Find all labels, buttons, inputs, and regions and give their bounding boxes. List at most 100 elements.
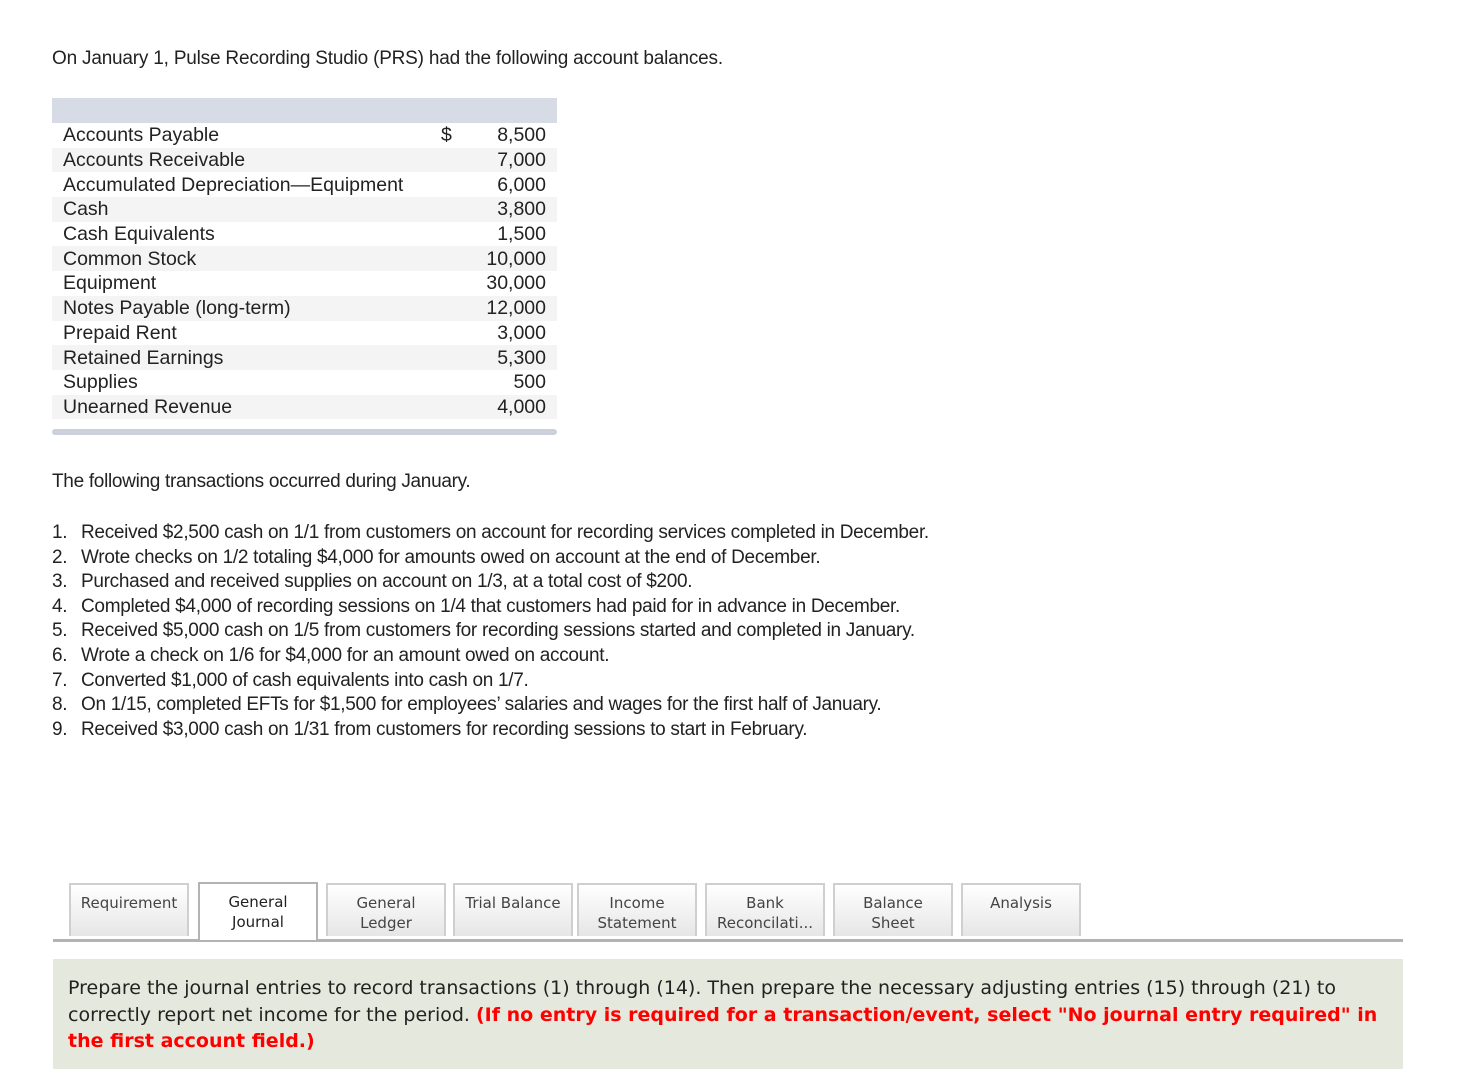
- transaction-text: Received $2,500 cash on 1/1 from custome…: [81, 522, 929, 543]
- tab-label-line1: Requirement: [80, 894, 178, 912]
- tab-label-line1: Trial Balance: [465, 894, 561, 912]
- transaction-text: Converted $1,000 of cash equivalents int…: [81, 669, 529, 691]
- currency-symbol: [441, 147, 471, 173]
- account-name: Accounts Receivable: [52, 147, 441, 173]
- balance-row: Cash Equivalents 1,500: [52, 221, 557, 247]
- account-name: Common Stock: [52, 246, 441, 272]
- currency-symbol: [441, 221, 471, 247]
- transactions-intro: The following transactions occurred duri…: [52, 471, 471, 492]
- currency-symbol: [441, 295, 471, 321]
- transaction-number: 4.: [52, 595, 68, 617]
- account-amount: 4,000: [471, 394, 557, 420]
- transaction-number: 3.: [52, 571, 68, 593]
- account-balances-table: Accounts Payable $8,500 Accounts Receivabl…: [52, 98, 557, 436]
- transaction-text: Wrote a check on 1/6 for $4,000 for an a…: [81, 644, 610, 666]
- tab-label-line1: General: [228, 893, 288, 911]
- tab-general-journal[interactable]: General Journal: [198, 882, 318, 940]
- account-name: Prepaid Rent: [52, 320, 441, 346]
- currency-symbol: [441, 271, 471, 296]
- transaction-number: 7.: [52, 669, 68, 691]
- account-name: Supplies: [52, 369, 441, 395]
- tab-label-line2: Reconcilati...: [716, 914, 814, 932]
- tab-label-line2: Ledger: [360, 914, 412, 932]
- transaction-text: Received $3,000 cash on 1/31 from custom…: [81, 718, 808, 740]
- balance-row: Accounts Payable $8,500: [52, 123, 557, 148]
- transaction-item: 6. Wrote a check on 1/6 for $4,000 for an…: [52, 644, 952, 669]
- balance-row: Prepaid Rent 3,000: [52, 320, 557, 346]
- transaction-number: 5.: [52, 620, 68, 642]
- tab-general-ledger[interactable]: General Ledger: [326, 883, 446, 936]
- account-name: Accounts Payable: [52, 123, 441, 148]
- tab-label-line1: General: [356, 894, 416, 912]
- tab-label-line2: Statement: [597, 914, 677, 932]
- account-name: Unearned Revenue: [52, 394, 441, 420]
- currency-symbol: [441, 345, 471, 370]
- account-name: Cash Equivalents: [52, 221, 441, 247]
- transaction-item: 2. Wrote checks on 1/2 totaling $4,000 fo…: [52, 546, 952, 571]
- balance-row: Accounts Receivable 7,000: [52, 147, 557, 173]
- tab-analysis[interactable]: Analysis: [961, 883, 1081, 936]
- tab-label-line1: Analysis: [990, 894, 1052, 912]
- account-name: Accumulated Depreciation—Equipment: [52, 172, 441, 198]
- transaction-item: 7. Converted $1,000 of cash equivalents i…: [52, 669, 952, 694]
- balance-row: Notes Payable (long-term) 12,000: [52, 295, 557, 321]
- currency-symbol: [441, 246, 471, 272]
- account-name: Notes Payable (long-term): [52, 295, 441, 321]
- account-name: Equipment: [52, 271, 441, 296]
- tab-label-line2: Sheet: [871, 914, 915, 932]
- balance-row: Accumulated Depreciation—Equipment 6,000: [52, 172, 557, 198]
- tab-trial-balance[interactable]: Trial Balance: [453, 883, 573, 936]
- transaction-item: 3. Purchased and received supplies on acc…: [52, 570, 952, 595]
- account-amount: 500: [471, 369, 557, 395]
- balance-row: Common Stock 10,000: [52, 246, 557, 272]
- tab-label-line1: Bank: [746, 894, 784, 912]
- transaction-text: Received $5,000 cash on 1/5 from custome…: [81, 620, 915, 642]
- tab-label-line1: Income: [609, 894, 665, 912]
- intro-text: On January 1, Pulse Recording Studio (PR…: [52, 48, 723, 69]
- balance-row: Equipment 30,000: [52, 271, 557, 296]
- balance-row: Retained Earnings 5,300: [52, 345, 557, 370]
- currency-symbol: [441, 369, 471, 395]
- transaction-item: 9. Received $3,000 cash on 1/31 from cust…: [52, 718, 952, 743]
- account-amount: 6,000: [471, 172, 557, 198]
- transaction-number: 6.: [52, 644, 68, 666]
- transaction-text: Purchased and received supplies on accou…: [81, 571, 693, 593]
- instruction-panel: Prepare the journal entries to record tr…: [53, 959, 1403, 1069]
- transaction-number: 1.: [52, 522, 68, 543]
- balance-row: Supplies 500: [52, 369, 557, 395]
- account-amount: 30,000: [471, 271, 557, 296]
- tab-income-statement[interactable]: Income Statement: [577, 883, 697, 936]
- balance-row: Cash 3,800: [52, 197, 557, 222]
- account-amount: 7,000: [471, 147, 557, 173]
- currency-symbol: [441, 197, 471, 222]
- transaction-item: 8. On 1/15, completed EFTs for $1,500 for…: [52, 693, 952, 718]
- tab-label-line1: Balance: [863, 894, 923, 912]
- account-name: Cash: [52, 197, 441, 222]
- tab-bank-reconcilati[interactable]: Bank Reconcilati...: [705, 883, 825, 936]
- account-amount: 3,000: [471, 320, 557, 346]
- table-footer: [52, 429, 557, 436]
- currency-symbol: $: [441, 123, 471, 148]
- account-name: Retained Earnings: [52, 345, 441, 370]
- transaction-item: 5. Received $5,000 cash on 1/5 from custo…: [52, 619, 952, 644]
- transaction-text: On 1/15, completed EFTs for $1,500 for e…: [81, 694, 882, 716]
- transaction-item: 1. Received $2,500 cash on 1/1 from custo…: [52, 521, 952, 546]
- account-amount: 12,000: [471, 295, 557, 321]
- currency-symbol: [441, 394, 471, 420]
- account-amount: 8,500: [471, 123, 557, 148]
- account-amount: 1,500: [471, 221, 557, 247]
- transaction-item: 4. Completed $4,000 of recording sessions…: [52, 595, 952, 620]
- tab-balance-sheet[interactable]: Balance Sheet: [833, 883, 953, 936]
- transaction-number: 8.: [52, 694, 68, 716]
- tab-requirement[interactable]: Requirement: [69, 883, 189, 936]
- currency-symbol: [441, 172, 471, 198]
- transaction-number: 2.: [52, 546, 68, 568]
- table-header: [52, 98, 557, 123]
- transactions-list: 1. Received $2,500 cash on 1/1 from custo…: [52, 521, 952, 742]
- balance-row: Unearned Revenue 4,000: [52, 394, 557, 420]
- transaction-text: Completed $4,000 of recording sessions o…: [81, 595, 901, 617]
- tab-bar: Requirement General Journal General Ledger Tr…: [53, 882, 1403, 942]
- account-amount: 5,300: [471, 345, 557, 370]
- account-amount: 3,800: [471, 197, 557, 222]
- transaction-number: 9.: [52, 718, 68, 740]
